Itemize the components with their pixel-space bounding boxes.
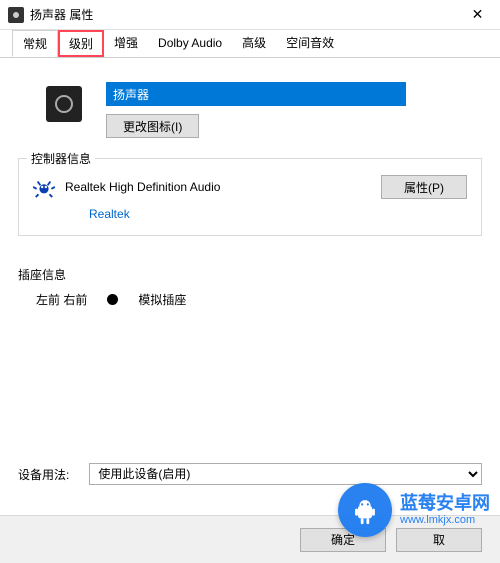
tab-panel-general: 更改图标(I) 控制器信息 Realtek High Definition Au…	[0, 58, 500, 324]
jack-type: 模拟插座	[138, 291, 186, 308]
jack-color-dot-icon	[107, 294, 118, 305]
jack-location: 左前 右前	[36, 291, 87, 308]
tab-levels[interactable]: 级别	[58, 30, 104, 57]
dialog-footer: 确定 取	[0, 515, 500, 563]
jack-info-group: 插座信息 左前 右前 模拟插座	[18, 262, 482, 312]
realtek-crab-icon	[33, 176, 55, 198]
controller-name: Realtek High Definition Audio	[65, 180, 371, 194]
device-usage-select[interactable]: 使用此设备(启用)	[89, 463, 482, 485]
watermark-name: 蓝莓安卓网	[400, 494, 490, 514]
controller-info-group: 控制器信息 Realtek High Definition Audio 属性(P…	[18, 158, 482, 236]
titlebar: 扬声器 属性 ✕	[0, 0, 500, 30]
controller-manufacturer: Realtek	[89, 207, 467, 221]
tab-spatial[interactable]: 空间音效	[276, 30, 344, 57]
tab-enhance[interactable]: 增强	[104, 30, 148, 57]
window-title: 扬声器 属性	[30, 6, 93, 23]
device-name-input[interactable]	[106, 82, 406, 106]
tab-general[interactable]: 常规	[12, 30, 58, 57]
jack-group-label: 插座信息	[18, 266, 482, 283]
close-button[interactable]: ✕	[455, 0, 500, 30]
controller-properties-button[interactable]: 属性(P)	[381, 175, 467, 199]
tab-dolby[interactable]: Dolby Audio	[148, 30, 232, 57]
cancel-button[interactable]: 取	[396, 528, 482, 552]
controller-group-label: 控制器信息	[27, 150, 95, 167]
change-icon-button[interactable]: 更改图标(I)	[106, 114, 199, 138]
device-usage-row: 设备用法: 使用此设备(启用)	[18, 463, 482, 485]
device-icon	[46, 86, 82, 122]
ok-button[interactable]: 确定	[300, 528, 386, 552]
device-usage-label: 设备用法:	[18, 466, 69, 483]
tab-bar: 常规 级别 增强 Dolby Audio 高级 空间音效	[0, 30, 500, 58]
tab-advanced[interactable]: 高级	[232, 30, 276, 57]
speaker-app-icon	[8, 7, 24, 23]
